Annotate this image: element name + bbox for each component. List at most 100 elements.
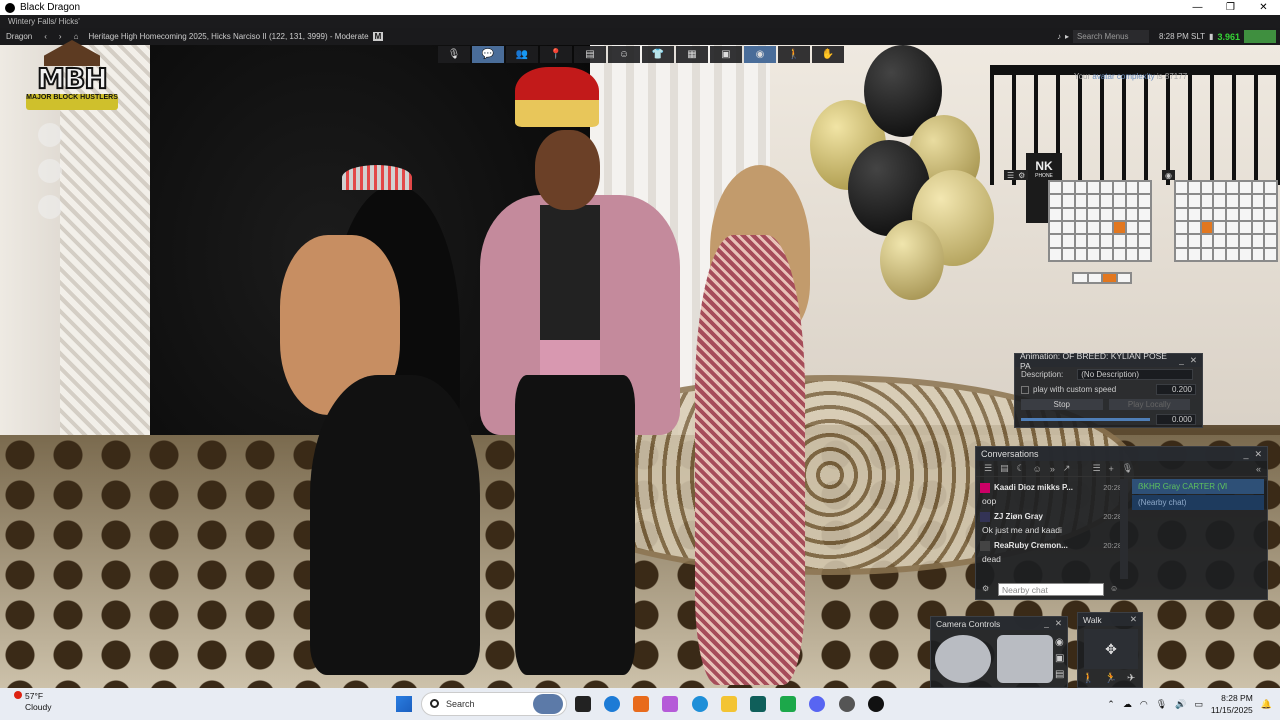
- walk-mode-icon[interactable]: 🚶: [1082, 673, 1094, 684]
- grid-cell-active[interactable]: [1113, 221, 1125, 234]
- grid-cell[interactable]: [1239, 221, 1251, 234]
- grid-cell[interactable]: [1188, 221, 1200, 234]
- movement-pad[interactable]: ✥: [1084, 629, 1138, 669]
- gear-icon[interactable]: ⚙: [982, 584, 989, 593]
- grid-cell[interactable]: [1101, 195, 1112, 207]
- hud-eye-toolbar[interactable]: ◉: [1162, 170, 1175, 180]
- camera-preset-icon[interactable]: ▣: [1055, 653, 1064, 664]
- moon-icon[interactable]: ☾: [1017, 463, 1025, 474]
- orbit-control[interactable]: [935, 635, 991, 683]
- minimize-icon[interactable]: _: [1179, 355, 1184, 366]
- close-icon[interactable]: ✕: [1130, 614, 1137, 625]
- chat-log[interactable]: Kaadi Dioz mikks P... 20:28 oop ZJ Ziøn …: [980, 479, 1122, 585]
- hud-circle-icon[interactable]: [38, 123, 62, 147]
- grid-cell[interactable]: [1088, 182, 1099, 194]
- grid-cell[interactable]: [1188, 248, 1200, 260]
- build-icon[interactable]: ▦: [676, 46, 708, 63]
- grid-cell[interactable]: [1139, 248, 1150, 260]
- grid-cell[interactable]: [1050, 182, 1061, 194]
- minimize-button[interactable]: —: [1181, 0, 1214, 15]
- grid-cell[interactable]: [1176, 235, 1187, 247]
- grid-cell[interactable]: [1050, 235, 1061, 247]
- avatar-complexity-link[interactable]: avatar complexity: [1092, 72, 1154, 81]
- grid-cell[interactable]: [1214, 195, 1225, 207]
- stop-button[interactable]: Stop: [1021, 399, 1103, 410]
- walk-icon[interactable]: 🚶: [778, 46, 810, 63]
- animation-time-slider[interactable]: [1021, 418, 1150, 421]
- grid-cell[interactable]: [1265, 248, 1276, 260]
- settings-icon[interactable]: [839, 696, 855, 712]
- discord-icon[interactable]: [809, 696, 825, 712]
- grid-cell[interactable]: [1101, 221, 1112, 234]
- grid-cell[interactable]: [1126, 195, 1138, 207]
- grid-cell[interactable]: [1201, 248, 1213, 260]
- strip-cell[interactable]: [1088, 274, 1101, 282]
- expand-icon[interactable]: »: [1050, 464, 1055, 474]
- grid-cell[interactable]: [1188, 182, 1200, 194]
- grid-cell[interactable]: [1050, 195, 1061, 207]
- grid-cell[interactable]: [1227, 235, 1238, 247]
- avatar-thumbnail[interactable]: [980, 482, 990, 493]
- list-options-icon[interactable]: ☰: [1092, 463, 1100, 474]
- sender-name[interactable]: Kaadi Dioz mikks P...: [994, 483, 1103, 492]
- fly-mode-icon[interactable]: ✈: [1127, 673, 1135, 684]
- camera-view-icon[interactable]: ◉: [744, 46, 776, 63]
- grid-cell[interactable]: [1214, 221, 1225, 234]
- notification-bell-icon[interactable]: 🔔: [1261, 699, 1272, 710]
- pose-grid-hud-left[interactable]: [1048, 180, 1152, 262]
- grid-cell[interactable]: [1201, 235, 1213, 247]
- grid-cell[interactable]: [1201, 208, 1213, 220]
- grid-cell[interactable]: [1139, 195, 1150, 207]
- grid-cell[interactable]: [1075, 182, 1087, 194]
- people-icon[interactable]: 👥: [506, 46, 538, 63]
- chat-scrollbar[interactable]: [1120, 479, 1128, 579]
- grid-cell[interactable]: [1201, 182, 1213, 194]
- grid-cell[interactable]: [1176, 182, 1187, 194]
- grid-cell[interactable]: [1265, 235, 1276, 247]
- grid-cell[interactable]: [1075, 221, 1087, 234]
- minimize-icon[interactable]: _: [1243, 449, 1248, 460]
- grid-cell[interactable]: [1075, 235, 1087, 247]
- menu-search-input[interactable]: Search Menus: [1072, 30, 1149, 43]
- add-icon[interactable]: +: [1109, 464, 1114, 474]
- grid-cell[interactable]: [1176, 221, 1187, 234]
- task-view-icon[interactable]: [575, 696, 591, 712]
- hud-circle-icon[interactable]: [38, 159, 62, 183]
- pose-grid-hud-right[interactable]: [1174, 180, 1278, 262]
- grid-cell[interactable]: [1265, 208, 1276, 220]
- pan-control[interactable]: [997, 635, 1053, 683]
- grid-cell[interactable]: [1062, 221, 1074, 234]
- grid-cell[interactable]: [1075, 248, 1087, 260]
- weather-widget[interactable]: 57°F Cloudy: [14, 691, 51, 713]
- grid-cell[interactable]: [1062, 195, 1074, 207]
- grid-cell[interactable]: [1265, 221, 1276, 234]
- grid-cell[interactable]: [1126, 182, 1138, 194]
- grid-cell[interactable]: [1126, 221, 1138, 234]
- edge-icon[interactable]: [692, 696, 708, 712]
- run-mode-icon[interactable]: 🏃: [1104, 673, 1116, 684]
- grid-cell[interactable]: [1088, 248, 1099, 260]
- grid-cell[interactable]: [1088, 208, 1099, 220]
- grid-cell[interactable]: [1176, 248, 1187, 260]
- black-dragon-taskbar-icon[interactable]: [868, 696, 884, 712]
- play-locally-button[interactable]: Play Locally: [1108, 399, 1190, 410]
- strip-cell-active[interactable]: [1103, 274, 1116, 282]
- history-icon[interactable]: ▤: [1000, 463, 1009, 474]
- grid-cell[interactable]: [1265, 195, 1276, 207]
- description-field[interactable]: (No Description): [1077, 369, 1194, 380]
- grid-cell[interactable]: [1227, 208, 1238, 220]
- avatar-thumbnail[interactable]: [980, 511, 990, 522]
- battery-icon[interactable]: ▭: [1194, 699, 1203, 710]
- inventory-icon[interactable]: ▤: [574, 46, 606, 63]
- gestures-icon[interactable]: ✋: [812, 46, 844, 63]
- mic-icon[interactable]: 🎙: [1156, 699, 1167, 710]
- grid-cell[interactable]: [1252, 195, 1264, 207]
- grid-cell[interactable]: [1188, 235, 1200, 247]
- xbox-icon[interactable]: [780, 696, 796, 712]
- grid-cell[interactable]: [1113, 182, 1125, 194]
- grid-cell[interactable]: [1252, 182, 1264, 194]
- grid-cell[interactable]: [1113, 195, 1125, 207]
- collapse-icon[interactable]: «: [1256, 464, 1261, 474]
- hud-toolbar[interactable]: ☰ ⚙: [1004, 170, 1029, 180]
- emoji-icon[interactable]: ☺: [1033, 464, 1042, 474]
